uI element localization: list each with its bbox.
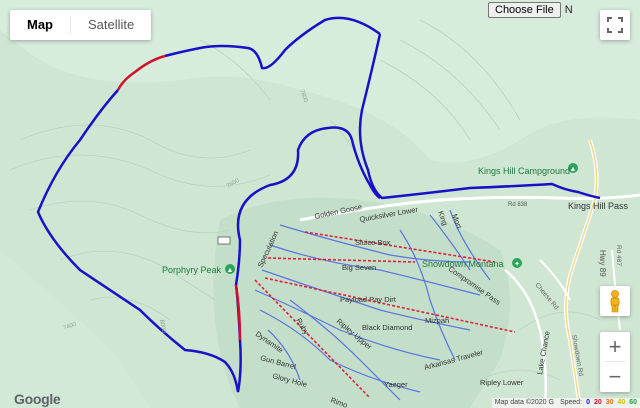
fullscreen-button[interactable] [600,10,630,40]
map-text-label: Black Diamond [362,323,412,332]
speed-value: 20 [593,399,602,406]
map-type-control: Map Satellite [10,10,152,40]
map-type-satellite-button[interactable]: Satellite [71,10,151,40]
resort-icon[interactable]: ✦ [512,258,522,268]
svg-text:✦: ✦ [514,260,520,268]
street-view-pegman[interactable] [600,286,630,316]
zoom-control: + − [600,332,630,392]
speed-legend-label: Speed: [559,399,583,406]
peak-icon[interactable]: ▲ [225,264,235,274]
highway-label: Hwy 89 [598,250,607,277]
map-text-label: Payload Pay Dirt [340,295,397,304]
google-logo-text: Google [14,391,61,407]
speed-value: 40 [617,399,626,406]
map-data-attribution[interactable]: Map data ©2020 G [495,398,554,408]
resort-label: Showdown Montana [422,259,504,269]
file-chooser: Choose File N [488,2,573,18]
campground-label: Kings Hill Campground [478,166,570,176]
speed-value: 30 [605,399,614,406]
map-text-label: Rd 487 [615,245,622,266]
peak-label: Porphyry Peak [162,265,222,275]
map-canvas[interactable]: ▲ ▲ ✦ Kings Hill Campground Kings Hill P… [0,0,640,408]
file-status: N [564,4,573,16]
pegman-icon [610,290,620,313]
map-type-map-button[interactable]: Map [10,10,70,40]
choose-file-button[interactable]: Choose File [488,2,561,18]
map-text-label: Big Seven [342,263,376,272]
svg-text:▲: ▲ [570,166,577,173]
map-text-label: Yaeger [384,380,408,389]
speed-value: 60 [629,399,637,406]
map-text-label: Ripley Lower [480,378,524,387]
road-label: Rd 838 [508,202,528,208]
map-text-label: Mizpah [425,316,449,325]
speed-legend: Speed: 0 20 30 40 60 [560,398,637,408]
road-shield-icon [217,236,231,245]
pass-label: Kings Hill Pass [568,201,629,211]
google-logo[interactable]: Google [14,391,61,407]
attribution-bar: Map data ©2020 G Speed: 0 20 30 40 60 [491,398,640,408]
zoom-in-button[interactable]: + [600,332,630,361]
fullscreen-icon [607,17,623,33]
svg-text:▲: ▲ [227,267,234,274]
speed-value: 0 [586,399,590,406]
zoom-out-button[interactable]: − [600,362,630,391]
map-text-label: Sluice Box [355,238,391,247]
